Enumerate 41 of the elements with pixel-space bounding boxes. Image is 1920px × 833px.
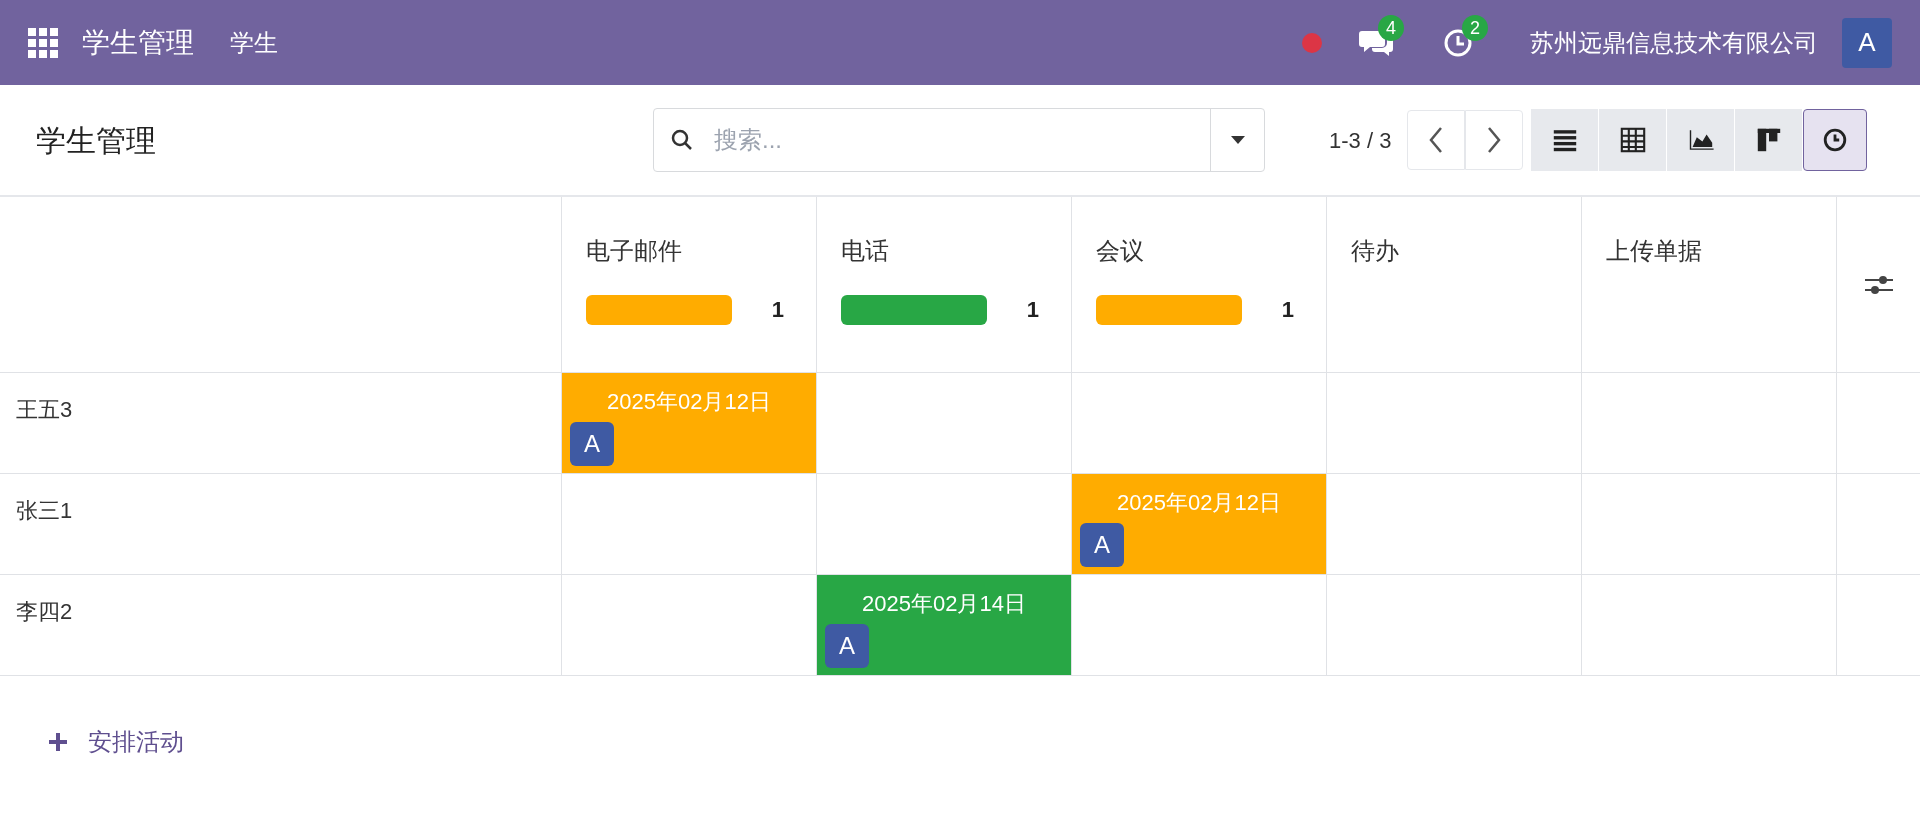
count-label: 1: [1281, 296, 1294, 324]
app-title[interactable]: 学生管理: [82, 21, 194, 64]
page-title: 学生管理: [36, 122, 157, 159]
column-header: 上传单据: [1606, 236, 1703, 266]
user-avatar: A: [570, 422, 614, 466]
student-name[interactable]: 张三1: [16, 498, 73, 523]
schedule-activity-button[interactable]: 安排活动: [48, 724, 184, 760]
activity-date: 2025年02月12日: [607, 388, 771, 416]
caret-icon: [1229, 134, 1246, 146]
activity-cell[interactable]: 2025年02月12日 A: [562, 373, 816, 473]
activity-date: 2025年02月14日: [862, 590, 1026, 618]
table-grid-icon: [1618, 126, 1647, 154]
column-header: 电子邮件: [586, 236, 683, 266]
user-avatar: A: [1080, 523, 1124, 567]
column-header: 待办: [1351, 236, 1400, 266]
count-label: 1: [771, 296, 784, 324]
student-name[interactable]: 李四2: [16, 599, 73, 624]
plus-icon: [48, 732, 68, 752]
company-name[interactable]: 苏州远鼎信息技术有限公司: [1530, 24, 1818, 61]
menu-item[interactable]: 学生: [230, 24, 278, 61]
pager-value[interactable]: 1-3 / 3: [1329, 123, 1392, 157]
student-name[interactable]: 王五3: [16, 397, 73, 422]
column-header: 会议: [1096, 236, 1145, 266]
search-input[interactable]: 搜索...: [714, 122, 1210, 158]
message-count-badge: 4: [1378, 14, 1404, 41]
activity-date: 2025年02月12日: [1117, 489, 1281, 517]
next-button[interactable]: [1465, 110, 1524, 170]
activity-cell[interactable]: 2025年02月12日 A: [1072, 474, 1326, 574]
app-grid-icon[interactable]: [28, 27, 58, 58]
user-avatar: A: [825, 624, 869, 668]
chevron-left-icon: [1428, 126, 1445, 154]
previous-button[interactable]: [1407, 110, 1466, 170]
count-label: 1: [1026, 296, 1039, 324]
column-header: 电话: [841, 236, 890, 266]
activity-count-badge: 2: [1462, 14, 1488, 41]
chevron-right-icon: [1486, 126, 1503, 154]
search-field[interactable]: 搜索...: [653, 108, 1265, 172]
search-icon: [670, 128, 694, 152]
user-avatar[interactable]: A: [1842, 17, 1892, 68]
activity-cell[interactable]: 2025年02月14日 A: [817, 575, 1071, 675]
view-switch-button[interactable]: [1803, 109, 1868, 171]
